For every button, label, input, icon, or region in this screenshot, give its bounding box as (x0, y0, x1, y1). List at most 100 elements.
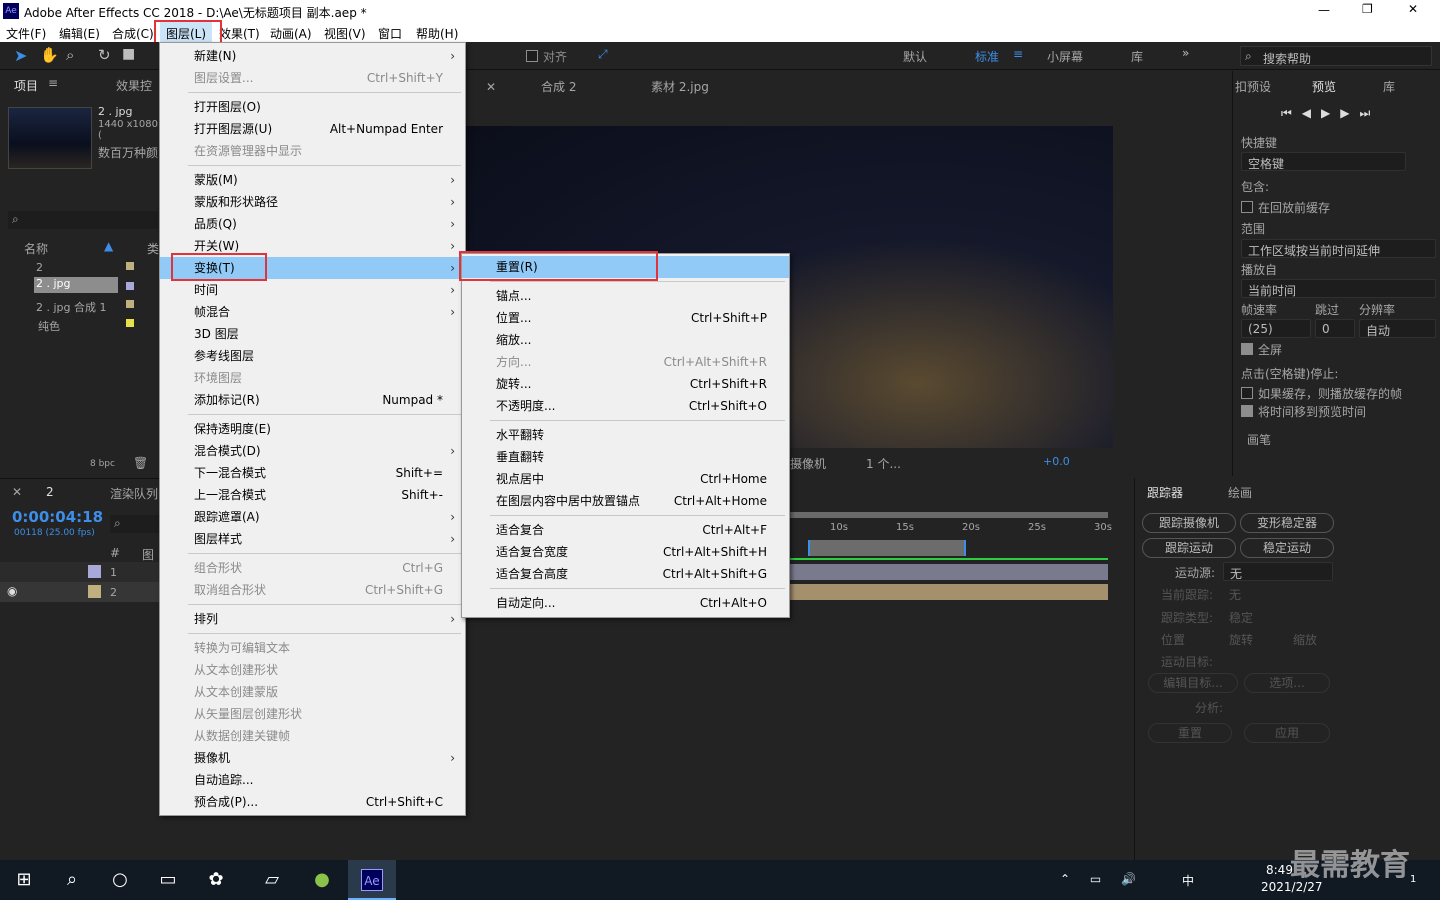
timecode[interactable]: 0:00:04:18 (12, 508, 103, 526)
workspace-library[interactable]: 库 (1131, 48, 1143, 65)
cache-before-checkbox[interactable] (1241, 201, 1253, 213)
fullscreen-checkbox[interactable] (1241, 343, 1253, 355)
menu-item[interactable]: 跟踪遮罩(A) › (160, 506, 465, 528)
notification-icon[interactable]: 1 (1410, 874, 1416, 885)
track-motion-button[interactable]: 跟踪运动 (1142, 538, 1236, 558)
selection-tool-icon[interactable]: ➤ (14, 46, 27, 65)
tracker-tab[interactable]: 跟踪器 (1147, 484, 1183, 501)
close-tab-icon[interactable]: ✕ (12, 485, 22, 499)
workspace-menu-icon[interactable]: ≡ (1013, 47, 1023, 61)
rotate-tool-icon[interactable]: ↻ (98, 46, 111, 64)
project-item[interactable]: 2 . jpg (34, 277, 118, 293)
ae-taskbar-icon[interactable]: Ae (348, 860, 396, 900)
menu-item[interactable]: 帧混合 › (160, 301, 465, 323)
menu-animation[interactable]: 动画(A) (270, 25, 312, 42)
menu-item[interactable]: 适合复合 Ctrl+Alt+F (462, 519, 789, 541)
workspace-default[interactable]: 默认 (903, 48, 927, 65)
menu-item[interactable]: 水平翻转 (462, 424, 789, 446)
menu-effect[interactable]: 效果(T) (219, 25, 260, 42)
cortana-icon[interactable]: ○ (96, 860, 144, 900)
project-col-name[interactable]: 名称 (24, 240, 48, 257)
project-tab-menu-icon[interactable]: ≡ (48, 76, 58, 90)
effects-tab[interactable]: 效果控 (116, 77, 152, 94)
zoom-tool-icon[interactable]: ⌕ (66, 46, 74, 64)
layer-row[interactable] (0, 582, 160, 602)
layer-bar[interactable] (790, 564, 1108, 580)
menu-help[interactable]: 帮助(H) (416, 25, 458, 42)
menu-item[interactable]: 排列 › (160, 608, 465, 630)
menu-file[interactable]: 文件(F) (6, 25, 46, 42)
skip-select[interactable]: 0 (1315, 319, 1355, 338)
work-area-bar[interactable] (790, 512, 1108, 518)
layer-bar[interactable] (790, 584, 1108, 600)
footage-tab[interactable]: 素材 2.jpg (651, 78, 709, 95)
brush-tab[interactable]: 画笔 (1247, 431, 1271, 448)
menu-item[interactable]: 3D 图层 (160, 323, 465, 345)
task-view-icon[interactable]: ▭ (144, 860, 192, 900)
menu-item[interactable]: 位置... Ctrl+Shift+P (462, 307, 789, 329)
views-dropdown[interactable]: 1 个... (866, 455, 901, 472)
timeline-tab[interactable]: 2 (46, 485, 54, 499)
clock-time[interactable]: 8:49 (1266, 863, 1293, 877)
menu-item[interactable]: 自动追踪... (160, 769, 465, 791)
menu-item[interactable]: 时间 › (160, 279, 465, 301)
menu-item[interactable]: 品质(Q) › (160, 213, 465, 235)
menu-item[interactable]: 蒙版(M) › (160, 169, 465, 191)
close-tab-icon[interactable]: ✕ (486, 80, 496, 94)
menu-item[interactable]: 自动定向... Ctrl+Alt+O (462, 592, 789, 614)
playback-controls[interactable]: ⏮◀▶▶⏭ (1281, 106, 1380, 121)
camera-tool-icon[interactable]: ■ (122, 46, 135, 62)
project-item[interactable]: 2 (36, 261, 43, 274)
camera-dropdown[interactable]: 摄像机 (790, 455, 826, 472)
menu-item[interactable]: 混合模式(D) › (160, 440, 465, 462)
stabilize-motion-button[interactable]: 稳定运动 (1240, 538, 1334, 558)
menu-window[interactable]: 窗口 (378, 25, 402, 42)
menu-item[interactable]: 摄像机 › (160, 747, 465, 769)
tray-icons[interactable]: ⌃ ▭ 🔊 (1060, 872, 1144, 886)
shortcut-select[interactable]: 空格键 (1241, 152, 1406, 171)
menu-item[interactable]: 预合成(P)... Ctrl+Shift+C (160, 791, 465, 813)
menu-item[interactable]: 打开图层源(U) Alt+Numpad Enter (160, 118, 465, 140)
res-select[interactable]: 自动 (1359, 319, 1436, 338)
render-queue-tab[interactable]: 渲染队列 (110, 485, 158, 502)
menu-item[interactable]: 在图层内容中居中放置锚点 Ctrl+Alt+Home (462, 490, 789, 512)
layer-row[interactable] (0, 562, 160, 582)
minimize-button[interactable]: — (1318, 3, 1330, 17)
snap-checkbox[interactable] (526, 50, 538, 62)
track-camera-button[interactable]: 跟踪摄像机 (1142, 513, 1236, 533)
eye-icon[interactable]: ◉ (7, 584, 17, 598)
hand-tool-icon[interactable]: ✋ (40, 46, 59, 64)
app-icon[interactable]: ✿ (192, 860, 240, 900)
delete-icon[interactable]: 🗑 (133, 456, 148, 470)
fps-select[interactable]: (25) (1241, 319, 1311, 338)
workspace-small[interactable]: 小屏幕 (1047, 48, 1083, 65)
motion-source-select[interactable]: 无 (1223, 562, 1333, 581)
menu-item[interactable]: 适合复合高度 Ctrl+Alt+Shift+G (462, 563, 789, 585)
menu-item[interactable]: 参考线图层 (160, 345, 465, 367)
menu-item[interactable]: 适合复合宽度 Ctrl+Alt+Shift+H (462, 541, 789, 563)
app-icon[interactable]: ● (298, 860, 346, 900)
menu-item[interactable]: 旋转... Ctrl+Shift+R (462, 373, 789, 395)
libraries-tab[interactable]: 库 (1383, 78, 1395, 95)
snap-icon[interactable]: ⤢ (598, 47, 608, 62)
project-col-type[interactable]: 类 (147, 240, 159, 257)
menu-item[interactable]: 添加标记(R) Numpad * (160, 389, 465, 411)
exposure-value[interactable]: +0.0 (1043, 455, 1070, 468)
play-from-select[interactable]: 当前时间 (1241, 279, 1436, 298)
project-tab[interactable]: 项目 (14, 77, 38, 94)
close-button[interactable]: ✕ (1408, 2, 1418, 16)
menu-item[interactable]: 蒙版和形状路径 › (160, 191, 465, 213)
menu-item[interactable]: 视点居中 Ctrl+Home (462, 468, 789, 490)
more-workspaces-icon[interactable]: » (1182, 46, 1189, 60)
menu-item[interactable]: 上一混合模式 Shift+- (160, 484, 465, 506)
workspace-standard[interactable]: 标准 (975, 48, 999, 65)
if-cache-checkbox[interactable] (1241, 387, 1253, 399)
menu-item[interactable]: 锚点... (462, 285, 789, 307)
menu-item[interactable]: 缩放... (462, 329, 789, 351)
menu-view[interactable]: 视图(V) (324, 25, 366, 42)
paint-tab[interactable]: 绘画 (1228, 484, 1252, 501)
bpc-toggle[interactable]: 8 bpc (90, 459, 115, 469)
menu-item[interactable]: 保持透明度(E) (160, 418, 465, 440)
warp-stabilizer-button[interactable]: 变形稳定器 (1240, 513, 1334, 533)
timeline-graph-area[interactable]: 10s 15s 20s 25s 30s (790, 478, 1132, 860)
